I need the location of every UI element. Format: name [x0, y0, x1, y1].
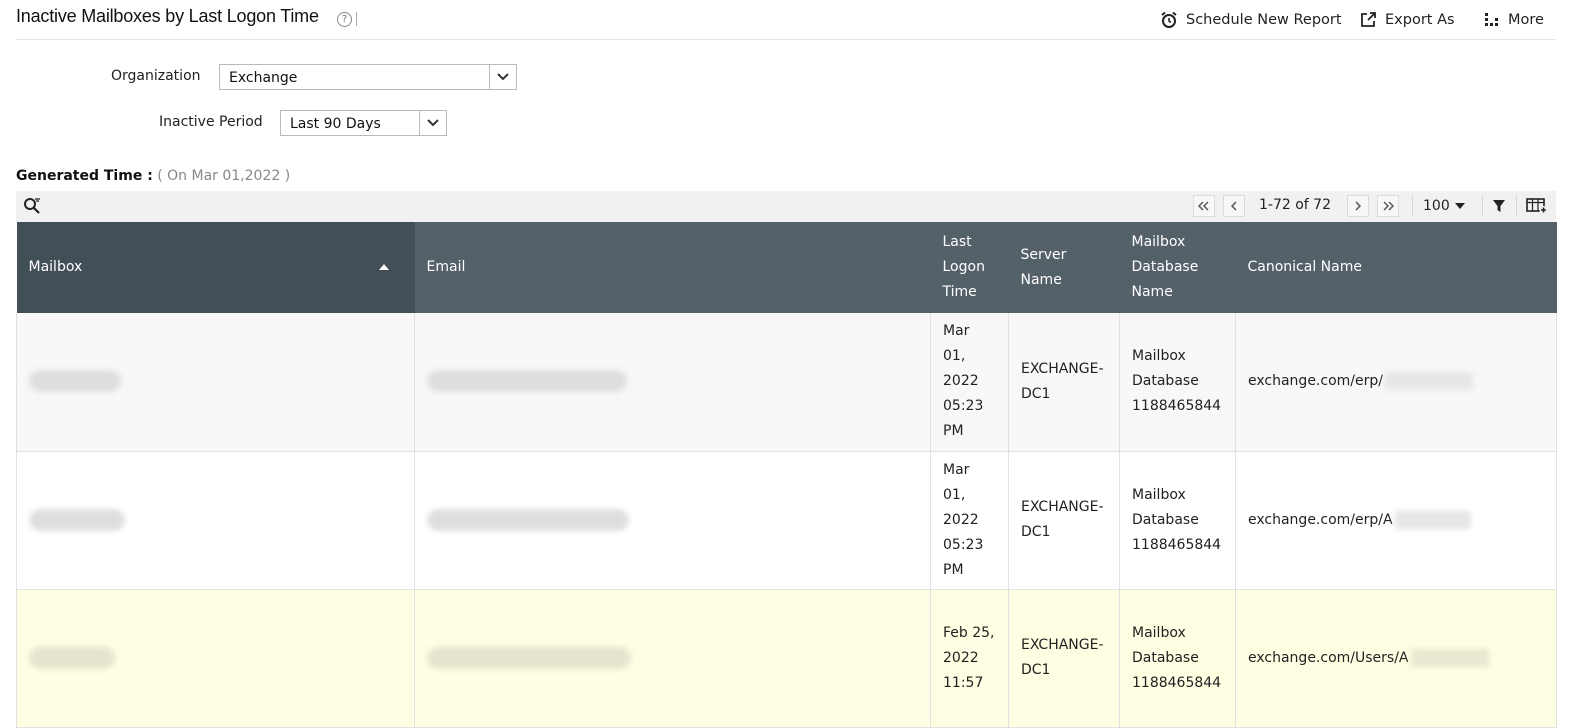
inactive-period-value: Last 90 Days	[290, 116, 381, 132]
column-chooser-icon[interactable]	[1525, 195, 1549, 217]
more-grid-icon	[1485, 13, 1498, 26]
canonical-name-text: exchange.com/Users/A	[1248, 649, 1409, 666]
redacted-canonical	[1394, 510, 1471, 529]
more-button[interactable]: More	[1483, 11, 1544, 28]
generated-time: Generated Time : ( On Mar 01,2022 )	[16, 168, 290, 184]
export-as-button[interactable]: Export As	[1360, 11, 1455, 28]
grid-toolbar: 1-72 of 72 100	[16, 191, 1556, 222]
column-header-label: Mailbox	[28, 259, 83, 275]
export-icon	[1361, 12, 1376, 27]
mailbox-cell	[16, 451, 415, 590]
generated-time-label: Generated Time :	[16, 168, 153, 184]
table-row[interactable]: Mar 01, 2022 05:23 PM EXCHANGE-DC1 Mailb…	[16, 313, 1557, 452]
redacted-mailbox	[29, 370, 121, 393]
canonical-name-cell: exchange.com/erp/	[1235, 313, 1557, 452]
chevron-left-icon	[1230, 201, 1237, 211]
server-name-cell: EXCHANGE-DC1	[1008, 451, 1120, 590]
database-name-cell: Mailbox Database 1188465844	[1119, 451, 1236, 590]
redacted-mailbox	[29, 646, 115, 669]
page-title: Inactive Mailboxes by Last Logon Time	[16, 6, 319, 26]
redacted-mailbox	[29, 508, 125, 531]
canonical-name-text: exchange.com/erp/A	[1248, 511, 1393, 528]
organization-label: Organization	[111, 68, 201, 84]
search-filter-icon[interactable]	[22, 195, 42, 217]
alarm-clock-icon	[1161, 11, 1177, 28]
server-name-cell: EXCHANGE-DC1	[1008, 589, 1120, 728]
column-header-canonical-name[interactable]: Canonical Name	[1235, 222, 1557, 313]
pagination-range: 1-72 of 72	[1259, 197, 1331, 213]
double-chevron-right-icon	[1383, 201, 1394, 211]
redacted-email	[427, 508, 629, 531]
page-size-value: 100	[1423, 198, 1450, 214]
canonical-name-text: exchange.com/erp/	[1248, 373, 1383, 390]
table-row[interactable]: Feb 25, 2022 11:57 EXCHANGE-DC1 Mailbox …	[16, 589, 1557, 728]
last-logon-cell: Feb 25, 2022 11:57	[930, 589, 1009, 728]
table-row[interactable]: Mar 01, 2022 05:23 PM EXCHANGE-DC1 Mailb…	[16, 451, 1557, 590]
generated-time-value: ( On Mar 01,2022 )	[157, 168, 291, 184]
previous-page-button[interactable]	[1223, 195, 1245, 217]
redacted-canonical	[1410, 648, 1489, 667]
last-logon-cell: Mar 01, 2022 05:23 PM	[930, 451, 1009, 590]
organization-select[interactable]: Exchange	[219, 64, 517, 90]
toolbar-divider	[1412, 195, 1413, 217]
mailbox-cell	[16, 589, 415, 728]
column-header-server-name[interactable]: Server Name	[1008, 222, 1120, 313]
table-header-row: Mailbox Email Last Logon Time Server Nam…	[16, 222, 1557, 313]
toolbar-divider	[1516, 195, 1517, 217]
filter-icon[interactable]	[1490, 195, 1508, 217]
export-label: Export As	[1385, 11, 1455, 28]
column-header-email[interactable]: Email	[414, 222, 931, 313]
first-page-button[interactable]	[1193, 195, 1215, 217]
last-logon-cell: Mar 01, 2022 05:23 PM	[930, 313, 1009, 452]
redacted-canonical	[1384, 372, 1473, 391]
database-name-cell: Mailbox Database 1188465844	[1119, 313, 1236, 452]
column-header-mailbox[interactable]: Mailbox	[16, 222, 415, 313]
column-header-mailbox-database-name[interactable]: Mailbox Database Name	[1119, 222, 1236, 313]
report-header: Inactive Mailboxes by Last Logon Time ? …	[16, 0, 1556, 40]
redacted-email	[427, 646, 631, 669]
canonical-name-cell: exchange.com/erp/A	[1235, 451, 1557, 590]
canonical-name-cell: exchange.com/Users/A	[1235, 589, 1557, 728]
schedule-label: Schedule New Report	[1186, 12, 1342, 28]
page-size-select[interactable]: 100	[1423, 195, 1471, 217]
more-label: More	[1508, 11, 1544, 28]
mailbox-cell	[16, 313, 415, 452]
redacted-email	[427, 370, 627, 393]
chevron-right-icon	[1355, 201, 1362, 211]
schedule-new-report-button[interactable]: Schedule New Report	[1160, 11, 1342, 29]
title-divider	[356, 12, 357, 26]
mailbox-table: Mailbox Email Last Logon Time Server Nam…	[16, 222, 1557, 728]
inactive-period-select[interactable]: Last 90 Days	[280, 110, 447, 136]
database-name-cell: Mailbox Database 1188465844	[1119, 589, 1236, 728]
sort-ascending-icon	[378, 264, 389, 270]
double-chevron-left-icon	[1198, 201, 1209, 211]
caret-down-icon	[1454, 203, 1465, 209]
chevron-down-icon	[419, 111, 446, 135]
email-cell	[414, 451, 931, 590]
chevron-down-icon	[489, 65, 516, 89]
email-cell	[414, 589, 931, 728]
organization-value: Exchange	[229, 70, 298, 86]
last-page-button[interactable]	[1377, 195, 1399, 217]
column-header-last-logon-time[interactable]: Last Logon Time	[930, 222, 1009, 313]
inactive-period-label: Inactive Period	[159, 114, 263, 130]
email-cell	[414, 313, 931, 452]
server-name-cell: EXCHANGE-DC1	[1008, 313, 1120, 452]
toolbar-divider	[1482, 195, 1483, 217]
next-page-button[interactable]	[1347, 195, 1369, 217]
help-icon[interactable]: ?	[337, 12, 352, 27]
